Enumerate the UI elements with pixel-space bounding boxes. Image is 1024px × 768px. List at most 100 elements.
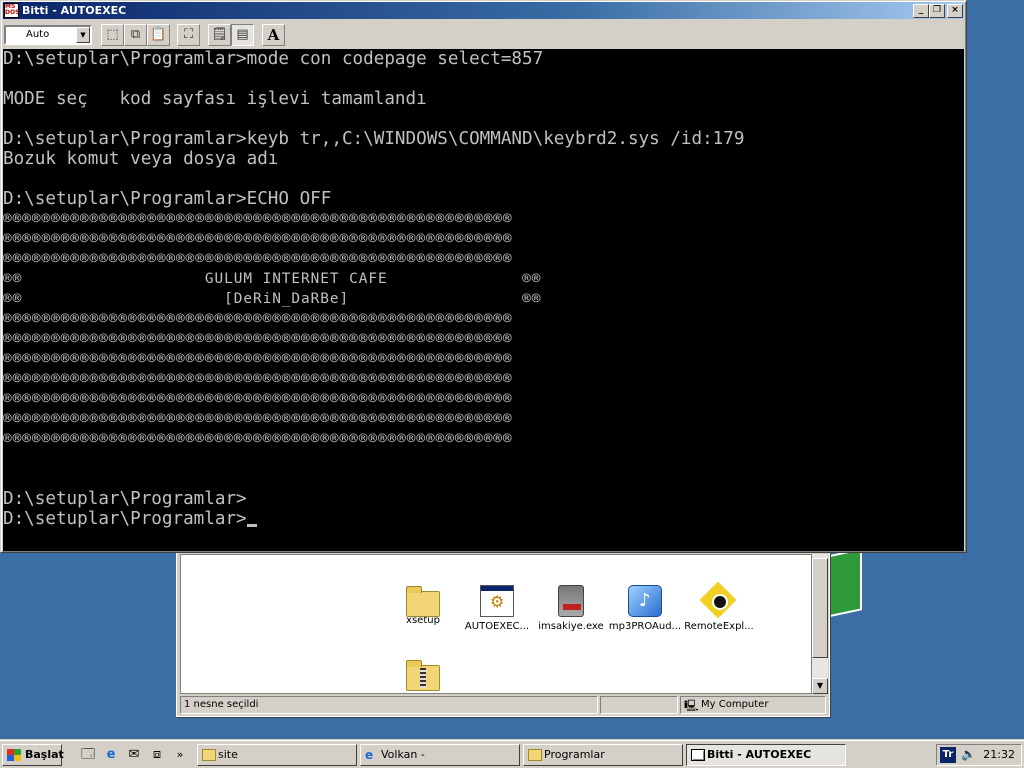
background-icon: ▤	[236, 27, 249, 42]
console-line: ®®®®®®®®®®®®®®®®®®®®®®®®®®®®®®®®®®®®®®®®…	[3, 331, 513, 347]
internet-explorer-icon[interactable]: e	[103, 747, 119, 763]
windows-logo-icon	[7, 749, 21, 761]
volume-icon[interactable]: 🔈	[961, 747, 976, 761]
restore-button[interactable]: ❐	[929, 4, 945, 18]
task-programlar[interactable]: Programlar	[523, 744, 683, 766]
quicklaunch-more-icon[interactable]: »	[172, 747, 188, 763]
folder-icon	[406, 586, 440, 617]
console-line: MODE seç kod sayfası işlevi tamamlandı	[3, 89, 427, 109]
copy-button[interactable]: ⧉	[124, 24, 147, 46]
console-line: ®® [DeRiN_DaRBe] ®®	[3, 291, 542, 307]
show-desktop-icon[interactable]: 🗔	[80, 747, 96, 763]
title-bar[interactable]: MS DOS Bitti - AUTOEXEC _ ❐ ×	[3, 2, 964, 19]
folder-icon	[528, 749, 542, 761]
font-size-select[interactable]: Auto ▼	[4, 25, 92, 45]
console-line: D:\setuplar\Programlar>keyb tr,,C:\WINDO…	[3, 129, 745, 149]
file-label: imsakiye.exe	[538, 621, 604, 632]
mp3pro-icon	[628, 585, 662, 617]
file-item-autoexec[interactable]: AUTOEXEC...	[458, 585, 536, 632]
console-line: D:\setuplar\Programlar>mode con codepage…	[3, 49, 544, 69]
mark-button[interactable]: ⬚	[101, 24, 124, 46]
task-label: site	[218, 748, 238, 761]
chevron-down-icon[interactable]: ▼	[76, 27, 90, 43]
status-selection: 1 nesne seçildi	[180, 696, 598, 714]
batch-file-icon	[480, 585, 514, 617]
properties-button[interactable]: 🗒	[208, 24, 231, 46]
background-window-edge	[826, 548, 862, 618]
console-line: ®®®®®®®®®®®®®®®®®®®®®®®®®®®®®®®®®®®®®®®®…	[3, 431, 513, 447]
console-line: ®®®®®®®®®®®®®®®®®®®®®®®®®®®®®®®®®®®®®®®®…	[3, 231, 513, 247]
file-label: mp3PROAud...	[608, 621, 682, 632]
console-line: ®®®®®®®®®®®®®®®®®®®®®®®®®®®®®®®®®®®®®®®®…	[3, 251, 513, 267]
scroll-down-arrow-icon[interactable]: ▼	[812, 678, 828, 694]
console-line: ®®®®®®®®®®®®®®®®®®®®®®®®®®®®®®®®®®®®®®®®…	[3, 411, 513, 427]
status-location: 🖳 My Computer	[680, 696, 826, 714]
font-size-value: Auto	[26, 29, 50, 40]
fullscreen-icon: ⛶	[183, 27, 194, 42]
msdos-icon[interactable]: MS DOS	[4, 3, 19, 18]
file-label: RemoteExpl...	[684, 621, 754, 632]
console-line: ®®®®®®®®®®®®®®®®®®®®®®®®®®®®®®®®®®®®®®®®…	[3, 351, 513, 367]
task-label: Bitti - AUTOEXEC	[707, 748, 812, 761]
folder-icon	[202, 749, 216, 761]
start-label: Başlat	[25, 748, 64, 761]
font-icon: A	[267, 26, 280, 44]
network-icon[interactable]: ⧈	[149, 747, 165, 763]
console-line: Bozuk komut veya dosya adı	[3, 149, 279, 169]
background-button[interactable]: ▤	[231, 24, 254, 46]
zip-folder-icon	[406, 660, 440, 691]
console-line: ®®®®®®®®®®®®®®®®®®®®®®®®®®®®®®®®®®®®®®®®…	[3, 211, 513, 227]
properties-icon: 🗒	[211, 27, 228, 42]
console-line: ®®®®®®®®®®®®®®®®®®®®®®®®®®®®®®®®®®®®®®®®…	[3, 311, 513, 327]
task-volkan[interactable]: e Volkan -	[360, 744, 520, 766]
status-location-label: My Computer	[701, 699, 769, 710]
task-label: Programlar	[544, 748, 605, 761]
file-item-zip[interactable]	[384, 659, 462, 691]
font-button[interactable]: A	[262, 24, 285, 46]
console-line: ®®®®®®®®®®®®®®®®®®®®®®®®®®®®®®®®®®®®®®®®…	[3, 371, 513, 387]
paste-icon: 📋	[150, 27, 167, 42]
file-view[interactable]: xsetup AUTOEXEC... imsakiye.exe mp3PROAu…	[180, 554, 812, 694]
remote-explorer-icon	[702, 585, 736, 617]
task-site[interactable]: site	[197, 744, 357, 766]
msdos-window[interactable]: MS DOS Bitti - AUTOEXEC _ ❐ × Auto ▼ ⬚ ⧉…	[0, 0, 967, 553]
file-item-imsakiye[interactable]: imsakiye.exe	[532, 585, 610, 632]
console-line: D:\setuplar\Programlar>ECHO OFF	[3, 189, 332, 209]
paste-button[interactable]: 📋	[147, 24, 170, 46]
file-item-mp3pro[interactable]: mp3PROAud...	[606, 585, 684, 632]
toolbar: Auto ▼ ⬚ ⧉ 📋 ⛶ 🗒 ▤ A	[3, 22, 964, 48]
language-indicator[interactable]: Tr	[940, 747, 956, 763]
scrollbar-thumb[interactable]	[812, 558, 828, 658]
console-line: D:\setuplar\Programlar>	[3, 509, 964, 529]
status-empty	[600, 696, 678, 714]
fullscreen-button[interactable]: ⛶	[177, 24, 200, 46]
explorer-window[interactable]: xsetup AUTOEXEC... imsakiye.exe mp3PROAu…	[176, 545, 830, 717]
mark-icon: ⬚	[106, 27, 119, 42]
close-button[interactable]: ×	[947, 4, 963, 18]
minimize-button[interactable]: _	[913, 4, 929, 18]
file-item-xsetup[interactable]: xsetup	[384, 585, 462, 626]
status-bar: 1 nesne seçildi 🖳 My Computer	[180, 696, 826, 714]
setup-exe-icon	[558, 585, 584, 617]
vertical-scrollbar[interactable]: ▼	[812, 554, 828, 694]
clock[interactable]: 21:32	[983, 748, 1015, 761]
window-title: Bitti - AUTOEXEC	[22, 4, 127, 17]
console-cursor	[246, 524, 257, 527]
system-tray: Tr 🔈 21:32	[936, 744, 1022, 766]
console-line: ®® GULUM INTERNET CAFE ®®	[3, 271, 542, 287]
computer-icon: 🖳	[684, 699, 699, 712]
task-label: Volkan -	[381, 748, 425, 761]
task-bitti-autoexec[interactable]: Bitti - AUTOEXEC	[686, 744, 846, 766]
file-label: AUTOEXEC...	[464, 621, 530, 632]
console-output[interactable]: D:\setuplar\Programlar>mode con codepage…	[3, 49, 964, 551]
start-button[interactable]: Başlat	[2, 744, 64, 766]
console-line: ®®®®®®®®®®®®®®®®®®®®®®®®®®®®®®®®®®®®®®®®…	[3, 391, 513, 407]
file-item-remoteexplorer[interactable]: RemoteExpl...	[680, 585, 758, 632]
copy-icon: ⧉	[130, 27, 141, 42]
taskbar: Başlat 🗔 e ✉ ⧈ » site e Volkan - Program…	[0, 740, 1024, 768]
outlook-icon[interactable]: ✉	[126, 747, 142, 763]
